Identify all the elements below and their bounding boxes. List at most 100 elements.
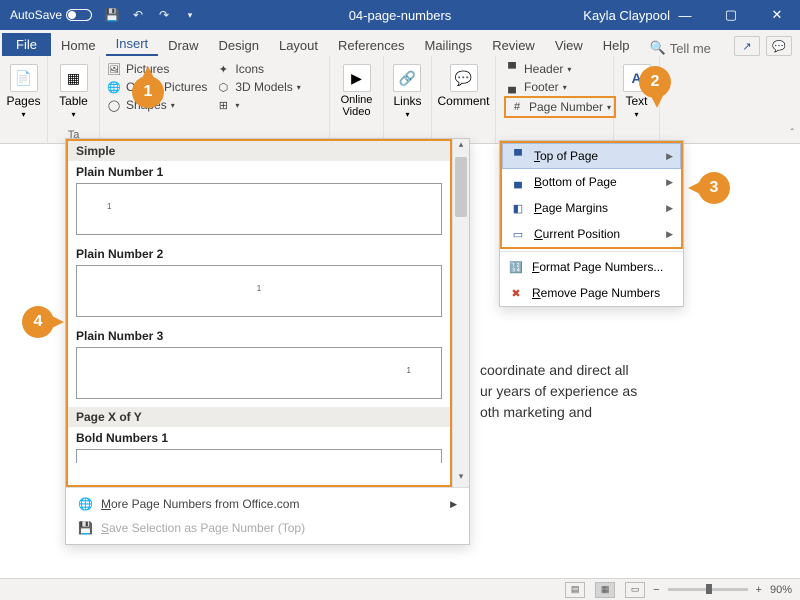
tab-help[interactable]: Help — [593, 34, 640, 56]
gallery-category: Page X of Y — [68, 407, 450, 427]
table-button[interactable]: ▦ Table ▾ — [57, 60, 90, 123]
pages-label: Pages — [6, 94, 40, 108]
more-illustrations-button[interactable]: ⊞▾ — [215, 96, 300, 114]
tab-review[interactable]: Review — [482, 34, 545, 56]
close-button[interactable]: ✕ — [754, 0, 800, 30]
menu-item-current-position[interactable]: ▭ Current Position ▶ — [502, 221, 681, 247]
page-number-menu: ▀ TTop of Pageop of Page ▶ ▄ Bottom of P… — [499, 140, 684, 307]
chevron-right-icon: ▶ — [666, 151, 673, 162]
tab-draw[interactable]: Draw — [158, 34, 208, 56]
scroll-down-icon[interactable]: ▾ — [453, 471, 469, 487]
tab-view[interactable]: View — [545, 34, 593, 56]
share-button[interactable]: ↗ — [734, 36, 760, 56]
chevron-down-icon: ▾ — [71, 110, 75, 119]
gallery-item-bold-1[interactable] — [76, 449, 442, 463]
chevron-right-icon: ▶ — [450, 499, 457, 510]
user-name: Kayla Claypool — [583, 8, 670, 23]
comments-button[interactable]: 💬 — [766, 36, 792, 56]
quick-access-toolbar: 💾 ↶ ↷ ▾ — [104, 7, 198, 23]
doc-line: ur years of experience as — [480, 381, 637, 402]
footer-button[interactable]: ▄Footer▾ — [504, 78, 567, 96]
qat-customize-icon[interactable]: ▾ — [182, 7, 198, 23]
gallery-item-plain-3[interactable]: 1 — [76, 347, 442, 399]
group-media: ▶ Online Video — [330, 56, 384, 143]
zoom-out-button[interactable]: − — [653, 584, 659, 596]
minimize-button[interactable]: — — [662, 0, 708, 30]
gallery-item-title: Plain Number 1 — [68, 161, 450, 181]
3d-models-button[interactable]: ⬡3D Models▾ — [215, 78, 300, 96]
menu-item-top-of-page[interactable]: ▀ TTop of Pageop of Page ▶ — [502, 143, 681, 169]
tab-mailings[interactable]: Mailings — [415, 34, 483, 56]
menu-item-page-margins[interactable]: ◧ Page Margins ▶ — [502, 195, 681, 221]
tab-file[interactable]: File — [2, 33, 51, 56]
header-icon: ▀ — [504, 61, 520, 77]
more-page-numbers[interactable]: 🌐 More Page Numbers from Office.com ▶ — [66, 492, 469, 516]
menu-item-format-page-numbers[interactable]: 🔢 Format Page Numbers... — [500, 254, 683, 280]
pages-button[interactable]: 📄 Pages ▾ — [4, 60, 42, 123]
chevron-down-icon: ▾ — [21, 110, 25, 119]
document-body: coordinate and direct all ur years of ex… — [480, 360, 637, 423]
online-video-button[interactable]: ▶ Online Video — [336, 60, 377, 122]
comment-label: Comment — [438, 94, 490, 108]
window-buttons: — ▢ ✕ — [662, 0, 800, 30]
icons-button[interactable]: ✦Icons — [215, 60, 300, 78]
video-icon: ▶ — [343, 64, 371, 92]
scroll-thumb[interactable] — [455, 157, 467, 217]
tab-references[interactable]: References — [328, 34, 414, 56]
tab-insert[interactable]: Insert — [106, 32, 159, 56]
comment-icon: 💬 — [450, 64, 478, 92]
read-mode-button[interactable]: ▤ — [565, 582, 585, 598]
tab-home[interactable]: Home — [51, 34, 106, 56]
chevron-right-icon: ▶ — [666, 203, 673, 214]
group-comments: 💬 Comment — [432, 56, 496, 143]
gallery-item-plain-1[interactable]: 1 — [76, 183, 442, 235]
online-pictures-icon: 🌐 — [106, 79, 122, 95]
chevron-down-icon: ▾ — [634, 110, 638, 119]
group-pages: 📄 Pages ▾ — [0, 56, 48, 143]
online-video-label: Online Video — [338, 94, 375, 118]
pictures-button[interactable]: 🖼Pictures — [106, 60, 207, 78]
autosave-toggle[interactable]: AutoSave — [0, 8, 92, 22]
menu-item-remove-page-numbers[interactable]: ✖ Remove Page Numbers — [500, 280, 683, 306]
format-icon: 🔢 — [508, 259, 524, 275]
tab-layout[interactable]: Layout — [269, 34, 328, 56]
page-top-icon: ▀ — [510, 148, 526, 164]
header-button[interactable]: ▀Header▾ — [504, 60, 571, 78]
tab-design[interactable]: Design — [209, 34, 269, 56]
save-icon[interactable]: 💾 — [104, 7, 120, 23]
text-label: Text — [625, 94, 647, 108]
menu-item-bottom-of-page[interactable]: ▄ Bottom of Page ▶ — [502, 169, 681, 195]
print-layout-button[interactable]: ▦ — [595, 582, 615, 598]
chevron-down-icon: ▾ — [405, 110, 409, 119]
gallery-item-title: Plain Number 3 — [68, 325, 450, 345]
chevron-right-icon: ▶ — [666, 229, 673, 240]
links-button[interactable]: 🔗 Links ▾ — [391, 60, 423, 123]
restore-button[interactable]: ▢ — [708, 0, 754, 30]
menu-separator — [500, 251, 683, 252]
pictures-icon: 🖼 — [106, 61, 122, 77]
page-number-button[interactable]: #Page Number▾ — [504, 96, 616, 118]
title-bar: AutoSave 💾 ↶ ↷ ▾ 04-page-numbers Kayla C… — [0, 0, 800, 30]
zoom-slider[interactable] — [668, 588, 748, 591]
link-icon: 🔗 — [393, 64, 421, 92]
zoom-in-button[interactable]: + — [756, 584, 762, 596]
scroll-up-icon[interactable]: ▴ — [453, 139, 469, 155]
undo-icon[interactable]: ↶ — [130, 7, 146, 23]
redo-icon[interactable]: ↷ — [156, 7, 172, 23]
page-number-icon: # — [509, 99, 525, 115]
callout-3: 3 — [698, 172, 730, 204]
links-label: Links — [393, 94, 421, 108]
gallery-item-title: Bold Numbers 1 — [68, 427, 450, 447]
ribbon: 📄 Pages ▾ ▦ Table ▾ Ta 🖼Pictures 🌐Online… — [0, 56, 800, 144]
comment-button[interactable]: 💬 Comment — [436, 60, 492, 112]
tell-me-search[interactable]: 🔍 Tell me — [650, 40, 711, 56]
zoom-level[interactable]: 90% — [770, 584, 792, 596]
web-layout-button[interactable]: ▭ — [625, 582, 645, 598]
gallery-item-title: Plain Number 2 — [68, 243, 450, 263]
gallery-category: Simple — [68, 141, 450, 161]
collapse-ribbon-icon[interactable]: ˆ — [791, 128, 794, 139]
callout-2: 2 — [639, 66, 671, 98]
gallery-item-plain-2[interactable]: 1 — [76, 265, 442, 317]
footer-icon: ▄ — [504, 79, 520, 95]
gallery-scrollbar[interactable]: ▴ ▾ — [452, 139, 469, 487]
